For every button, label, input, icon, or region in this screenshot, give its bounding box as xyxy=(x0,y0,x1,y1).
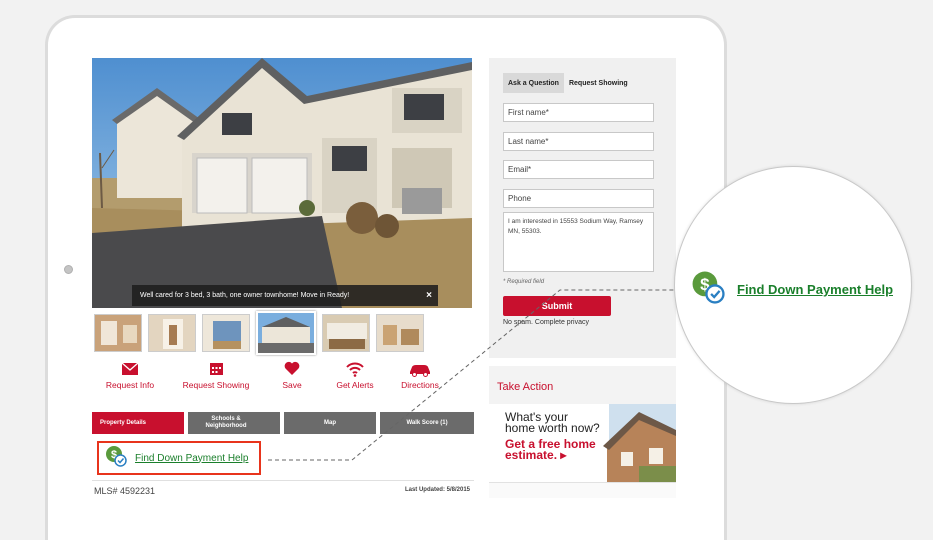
detail-tabs: Property Details Schools & Neighborhood … xyxy=(92,412,474,434)
photo-caption: Well cared for 3 bed, 3 bath, one owner … xyxy=(132,285,438,306)
listing-screen: Well cared for 3 bed, 3 bath, one owner … xyxy=(92,58,676,498)
dollar-check-icon: $ xyxy=(691,270,725,309)
request-info-label: Request Info xyxy=(105,380,155,390)
submit-button[interactable]: Submit xyxy=(503,296,611,316)
down-payment-help-link[interactable]: $ Find Down Payment Help xyxy=(97,441,261,475)
photo-thumbnail-selected[interactable] xyxy=(256,311,316,355)
photo-caption-text: Well cared for 3 bed, 3 bath, one owner … xyxy=(140,292,350,299)
tab-property-details-label: Property Details xyxy=(100,419,147,426)
request-info-button[interactable]: Request Info xyxy=(100,358,160,390)
directions-button[interactable]: Directions xyxy=(392,358,448,390)
down-payment-help-text: Find Down Payment Help xyxy=(135,452,249,464)
photo-thumbnail[interactable] xyxy=(94,314,142,352)
request-showing-label: Request Showing xyxy=(182,380,250,390)
wifi-signal-icon xyxy=(327,358,383,380)
privacy-note: No spam. Complete privacy xyxy=(503,319,589,326)
ad-cta: Get a free home estimate. ▸ xyxy=(505,437,596,462)
car-icon xyxy=(392,358,448,380)
callout-link-text: Find Down Payment Help xyxy=(737,282,894,297)
mls-number: MLS# 4592231 xyxy=(94,486,156,496)
tab-schools-label: Schools & Neighborhood xyxy=(205,416,247,429)
required-field-note: * Required field xyxy=(503,279,545,285)
photo-thumbnail[interactable] xyxy=(376,314,424,352)
phone-field[interactable]: Phone xyxy=(503,189,654,208)
last-name-field[interactable]: Last name* xyxy=(503,132,654,151)
envelope-icon xyxy=(100,358,160,380)
take-action-title: Take Action xyxy=(497,381,554,393)
email-field[interactable]: Email* xyxy=(503,160,654,179)
tablet-home-button xyxy=(64,265,73,274)
ad-headline: What's your home worth now? xyxy=(505,410,600,435)
tab-property-details[interactable]: Property Details xyxy=(92,412,184,434)
calendar-icon xyxy=(178,358,254,380)
close-icon[interactable]: × xyxy=(426,285,432,306)
contact-form-tabs: Ask a Question Request Showing xyxy=(503,73,633,93)
tab-walk-score-label: Walk Score (1) xyxy=(406,419,448,426)
tab-walk-score[interactable]: Walk Score (1) xyxy=(380,412,474,434)
photo-thumbnail[interactable] xyxy=(322,314,370,352)
heart-icon xyxy=(272,358,312,380)
contact-form-panel: Ask a Question Request Showing First nam… xyxy=(489,58,676,358)
photo-thumbnail-strip xyxy=(92,310,472,356)
tab-map[interactable]: Map xyxy=(284,412,376,434)
photo-thumbnail[interactable] xyxy=(148,314,196,352)
get-alerts-button[interactable]: Get Alerts xyxy=(327,358,383,390)
home-estimate-ad[interactable]: What's your home worth now? Get a free h… xyxy=(489,404,676,482)
take-action-panel: Take Action What's your home worth now? … xyxy=(489,366,676,498)
dollar-check-icon: $ xyxy=(105,445,127,472)
callout-down-payment-link[interactable]: $ Find Down Payment Help xyxy=(691,270,893,309)
mls-bar: MLS# 4592231 Last Updated: 5/8/2015 xyxy=(92,480,474,498)
house-photo-image xyxy=(92,58,472,308)
tab-map-label: Map xyxy=(324,419,336,426)
tab-schools-neighborhood[interactable]: Schools & Neighborhood xyxy=(188,412,280,434)
tab-request-showing[interactable]: Request Showing xyxy=(564,73,633,93)
first-name-field[interactable]: First name* xyxy=(503,103,654,122)
directions-label: Directions xyxy=(401,380,439,390)
save-button[interactable]: Save xyxy=(272,358,312,390)
tab-ask-question[interactable]: Ask a Question xyxy=(503,73,564,93)
request-showing-button[interactable]: Request Showing xyxy=(178,358,254,390)
save-label: Save xyxy=(282,380,302,390)
magnified-callout: $ Find Down Payment Help xyxy=(674,166,912,404)
photo-thumbnail[interactable] xyxy=(202,314,250,352)
listing-photo[interactable] xyxy=(92,58,472,308)
listing-actions: Request Info Request Showing Save Get Al… xyxy=(92,358,472,400)
last-updated: Last Updated: 5/8/2015 xyxy=(404,487,470,493)
ad-footer xyxy=(489,482,676,498)
message-textarea[interactable]: I am interested in 15553 Sodium Way, Ram… xyxy=(503,212,654,272)
get-alerts-label: Get Alerts xyxy=(336,380,374,390)
